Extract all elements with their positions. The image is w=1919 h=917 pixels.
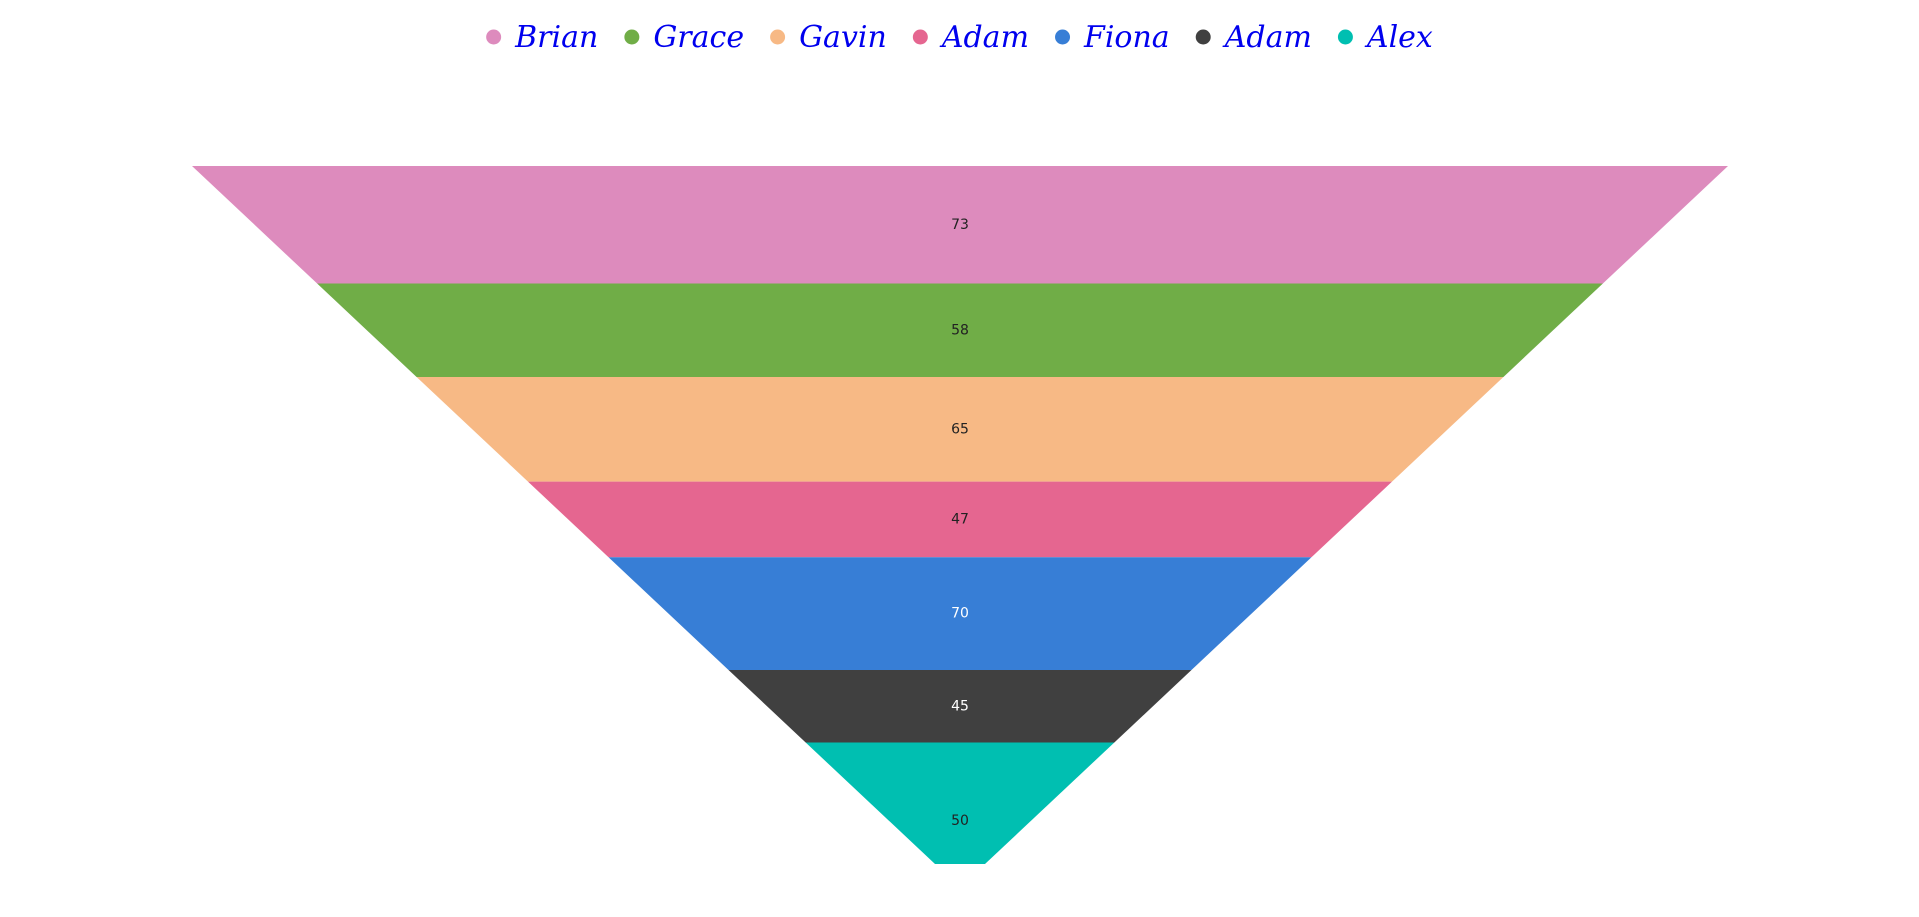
funnel-plot-area: 73 58 65 47 70 45 50: [192, 166, 1728, 864]
funnel-chart-svg: Brian Grace Gavin Adam Fiona Adam Alex 73 58 65 4…: [192, 20, 1728, 864]
legend: Brian Grace Gavin Adam Fiona Adam Alex: [486, 20, 1433, 55]
legend-item[interactable]: Adam: [912, 20, 1029, 55]
legend-label: Brian: [514, 20, 598, 55]
funnel-segment-label: 70: [951, 606, 969, 622]
funnel-segment[interactable]: [805, 742, 1115, 864]
legend-item[interactable]: Brian: [486, 20, 598, 55]
legend-marker: [770, 29, 786, 45]
funnel-segment-label: 45: [951, 698, 969, 714]
funnel-segment-label: 47: [951, 511, 969, 527]
legend-item[interactable]: Gavin: [770, 20, 887, 55]
funnel-segment-label: 65: [951, 421, 969, 437]
legend-item[interactable]: Grace: [624, 20, 744, 55]
legend-marker: [912, 29, 928, 45]
legend-label: Grace: [653, 20, 744, 55]
legend-marker: [624, 29, 640, 45]
legend-item[interactable]: Fiona: [1055, 20, 1170, 55]
funnel-chart: Brian Grace Gavin Adam Fiona Adam Alex 73 58 65 4…: [0, 0, 1919, 917]
funnel-segment-label: 50: [951, 813, 969, 829]
legend-label: Fiona: [1083, 20, 1170, 55]
legend-item[interactable]: Alex: [1337, 20, 1433, 55]
funnel-segment-label: 73: [951, 217, 969, 233]
legend-label: Gavin: [799, 20, 887, 55]
legend-label: Adam: [1222, 20, 1312, 55]
legend-label: Alex: [1364, 20, 1433, 55]
legend-item[interactable]: Adam: [1195, 20, 1312, 55]
legend-marker: [1337, 29, 1353, 45]
legend-marker: [1195, 29, 1211, 45]
legend-label: Adam: [939, 20, 1029, 55]
legend-marker: [1055, 29, 1071, 45]
legend-marker: [486, 29, 502, 45]
funnel-segment-label: 58: [951, 322, 969, 338]
